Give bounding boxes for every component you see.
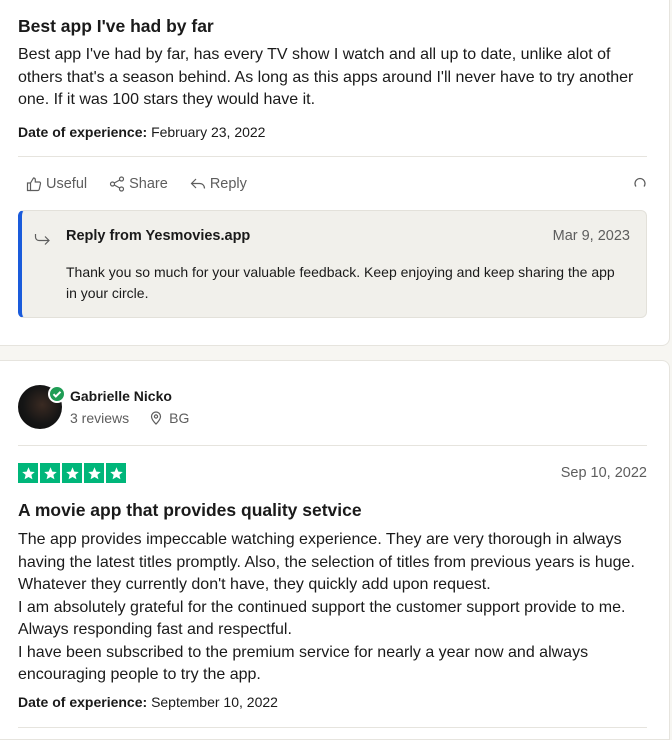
reply-arrow-icon [34,234,50,245]
checkmark-icon [52,391,62,398]
review-card: Best app I've had by far Best app I've h… [0,0,670,346]
reply-button[interactable]: Reply [190,176,247,192]
star-icon [18,463,38,483]
star-icon [40,463,60,483]
reply-from: Reply from Yesmovies.app [66,228,251,244]
review-count: 3 reviews [70,410,130,426]
company-reply: Reply from Yesmovies.app Mar 9, 2023 Tha… [18,210,647,318]
share-button[interactable]: Share [109,176,168,192]
review-title: A movie app that provides quality setvic… [18,500,362,520]
reviewer-country: BG [169,410,190,426]
divider [18,445,647,446]
doe-label: Date of experience: [18,694,148,710]
useful-label: Useful [46,176,88,192]
verified-badge [48,385,66,403]
thumbs-up-icon [26,177,42,192]
more-options-icon [634,177,646,187]
date-of-experience: Date of experience: February 23, 2022 [18,124,265,140]
reviewer-name[interactable]: Gabrielle Nicko [70,388,172,404]
divider [18,156,647,157]
review-body: Best app I've had by far, has every TV s… [18,46,634,108]
reply-label: Reply [209,176,247,192]
more-options-button[interactable] [633,176,647,195]
reply-date: Mar 9, 2023 [552,228,630,244]
reviewer-meta: 3 reviews BG [70,410,189,426]
review-date: Sep 10, 2022 [560,465,647,481]
review-card: Gabrielle Nicko 3 reviews BG Sep 10, 202… [0,360,670,740]
review-title: Best app I've had by far [18,16,214,36]
date-of-experience: Date of experience: September 10, 2022 [18,694,278,710]
star-rating [18,463,126,483]
reply-icon [190,178,205,189]
doe-value: February 23, 2022 [151,124,266,140]
location-pin-icon [151,411,162,425]
star-icon [84,463,104,483]
doe-label: Date of experience: [18,124,148,140]
star-icon [106,463,126,483]
useful-button[interactable]: Useful [26,176,87,192]
doe-value: September 10, 2022 [151,694,278,710]
review-paragraph: I am absolutely grateful for the continu… [18,598,626,639]
review-actions: Useful Share Reply [18,172,647,196]
star-icon [62,463,82,483]
reply-text: Thank you so much for your valuable feed… [66,264,615,301]
review-paragraph: I have been subscribed to the premium se… [18,643,589,684]
share-icon [110,176,125,192]
review-paragraph: The app provides impeccable watching exp… [18,531,635,593]
review-body: The app provides impeccable watching exp… [18,529,651,687]
divider [18,727,647,728]
share-label: Share [129,176,168,192]
